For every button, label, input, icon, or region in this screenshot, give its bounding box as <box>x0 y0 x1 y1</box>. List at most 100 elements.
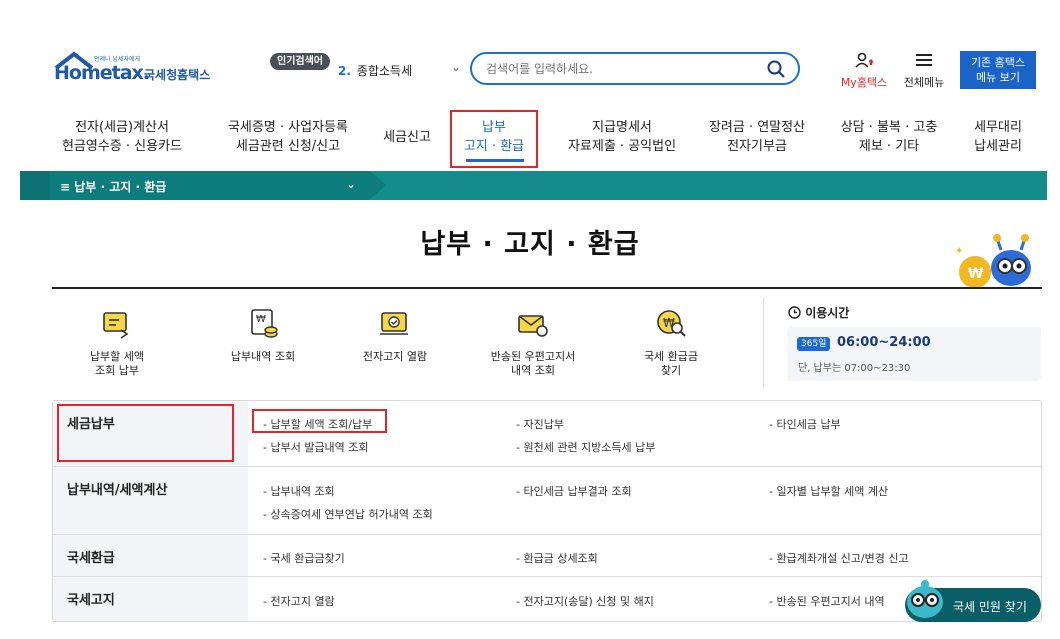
mascot-icon: ₩ ✦ <box>955 234 1031 288</box>
receipt-coins-icon: ₩ <box>251 309 278 338</box>
gnb-item-tax-filing[interactable]: 세금신고 <box>374 128 440 147</box>
gnb-label: 장려금 · 연말정산 <box>708 120 806 135</box>
quick-label: 조회 납부 <box>95 364 139 377</box>
table-row: 국세고지 - 전자고지 열람 - 전자고지(송달) 신청 및 해지 - 반송된 … <box>53 577 1041 621</box>
breadcrumb-dropdown[interactable]: ≡ 납부 · 고지 · 환급 ⌄ <box>50 171 370 200</box>
menu-link[interactable]: - 일자별 납부할 세액 계산 <box>769 483 888 499</box>
row-head-label: 납부내역/세액계산 <box>67 483 168 498</box>
hours-sub: 단, 납부는 07:00~23:30 <box>798 363 911 374</box>
my-hometax-button[interactable]: My홈택스 <box>836 52 892 90</box>
gnb-label: 세금신고 <box>383 130 431 145</box>
search-box <box>470 52 800 85</box>
row-head: 국세고지 <box>53 577 248 621</box>
quick-label: 전자고지 열람 <box>362 350 428 363</box>
svg-text:₩: ₩ <box>968 266 984 282</box>
logo-korean: 국세청홈택스 <box>144 68 211 82</box>
row-head-label: 국세고지 <box>67 593 115 608</box>
chatbot-icon <box>907 580 943 618</box>
quick-label: 납부할 세액 <box>89 350 145 363</box>
gnb-label: 전자기부금 <box>727 139 787 154</box>
gnb-label: 국세증명 · 사업자등록 <box>227 120 349 135</box>
old-menu-button[interactable]: 기존 홈택스 메뉴 보기 <box>960 51 1036 89</box>
popular-term-label: 종합소득세 <box>356 64 413 78</box>
quick-payment-history[interactable]: ₩ 납부내역 조회 <box>218 308 308 364</box>
menu-link[interactable]: - 납부내역 조회 <box>263 483 335 499</box>
popular-search-term[interactable]: 2. 종합소득세 <box>338 62 412 79</box>
gnb-item-statements[interactable]: 지급명세서자료제출 · 공익법인 <box>558 118 686 156</box>
civil-service-find-button[interactable]: 국세 민원 찾기 <box>905 580 1041 622</box>
gnb-item-e-invoice[interactable]: 전자(세금)계산서현금영수증 · 신용카드 <box>58 118 186 156</box>
breadcrumb-current: 납부 · 고지 · 환급 <box>74 180 167 194</box>
menu-link[interactable]: - 타인세금 납부결과 조회 <box>516 483 632 499</box>
highlight-box <box>57 404 234 462</box>
gnb-item-consultation[interactable]: 상담 · 불복 · 고충제보 · 기타 <box>832 118 946 156</box>
chevron-down-icon: ⌄ <box>345 177 356 191</box>
hours-box: 365일 06:00~24:00 단, 납부는 07:00~23:30 <box>787 327 1041 381</box>
menu-link[interactable]: - 국세 환급금찾기 <box>263 550 345 566</box>
menu-link[interactable]: - 원천세 관련 지방소득세 납부 <box>516 439 655 455</box>
gnb-label: 상담 · 불복 · 고충 <box>840 120 938 135</box>
notice-check-icon <box>380 312 408 335</box>
gnb-label: 자료제출 · 공익법인 <box>567 139 677 154</box>
menu-link[interactable]: - 자진납부 <box>516 416 564 432</box>
quick-label: 국세 환급금 <box>643 350 699 363</box>
menu-icon: ≡ <box>60 180 71 194</box>
envelope-search-icon <box>518 315 548 337</box>
quick-label: 반송된 우편고지서 <box>490 350 576 363</box>
all-menu-label: 전체메뉴 <box>903 76 945 89</box>
my-hometax-label: My홈택스 <box>840 76 888 89</box>
quick-refund-find[interactable]: ₩ 국세 환급금 찾기 <box>626 308 716 378</box>
gnb-label: 현금영수증 · 신용카드 <box>61 139 183 154</box>
breadcrumb-label: ≡ 납부 · 고지 · 환급 <box>60 178 166 195</box>
hamburger-icon <box>916 54 932 66</box>
divider <box>763 298 764 386</box>
page: 언제나 납세자에게 Hometax. 국세청홈택스 인기검색어 2. 종합소득세 … <box>0 0 1060 639</box>
user-icon <box>855 52 873 68</box>
gnb-label: 납세관리 <box>974 139 1022 154</box>
gnb-label: 세무대리 <box>974 120 1022 135</box>
gnb-label: 제보 · 기타 <box>858 139 920 154</box>
menu-link[interactable]: - 상속증여세 연부연납 허가내역 조회 <box>263 506 433 522</box>
menu-link[interactable]: - 전자고지(송달) 신청 및 해지 <box>516 593 654 609</box>
breadcrumb-home[interactable] <box>20 171 50 200</box>
gnb-item-certificates[interactable]: 국세증명 · 사업자등록세금관련 신청/신고 <box>220 118 356 156</box>
quick-returned-mail[interactable]: 반송된 우편고지서 내역 조회 <box>478 308 588 378</box>
clock-icon <box>788 306 801 319</box>
menu-link[interactable]: - 반송된 우편고지서 내역 <box>769 593 885 609</box>
hours-title-label: 이용시간 <box>805 306 850 320</box>
highlight-box <box>252 409 387 433</box>
breadcrumb-arrow <box>370 171 386 199</box>
menu-link[interactable]: - 환급금 상세조회 <box>516 550 598 566</box>
search-icon[interactable] <box>766 59 786 79</box>
gnb-label: 전자(세금)계산서 <box>75 120 169 135</box>
hours-title: 이용시간 <box>788 304 849 321</box>
row-head: 납부내역/세액계산 <box>53 467 248 534</box>
search-input[interactable] <box>486 60 756 78</box>
logo-word: Hometax. <box>54 62 150 84</box>
active-underline <box>466 159 524 162</box>
gnb-label: 지급명세서 <box>592 120 652 135</box>
gnb-label: 세금관련 신청/신고 <box>235 139 341 154</box>
quick-label: 내역 조회 <box>511 364 555 377</box>
gnb-item-incentives[interactable]: 장려금 · 연말정산전자기부금 <box>696 118 818 156</box>
menu-link[interactable]: - 납부서 발급내역 조회 <box>263 439 369 455</box>
global-nav: 전자(세금)계산서현금영수증 · 신용카드 국세증명 · 사업자등록세금관련 신… <box>0 110 1060 168</box>
menu-link[interactable]: - 타인세금 납부 <box>769 416 841 432</box>
hours-time: 06:00~24:00 <box>837 335 931 350</box>
hometax-logo[interactable]: 언제나 납세자에게 Hometax. 국세청홈택스 <box>52 50 222 90</box>
gnb-item-tax-agent[interactable]: 세무대리납세관리 <box>962 118 1034 156</box>
title-divider <box>52 287 1042 289</box>
menu-link[interactable]: - 환급계좌개설 신고/변경 신고 <box>769 550 909 566</box>
all-menu-button[interactable]: 전체메뉴 <box>899 52 949 90</box>
hours-badge: 365일 <box>797 337 831 351</box>
quick-pay-lookup[interactable]: 납부할 세액 조회 납부 <box>72 308 162 378</box>
menu-link[interactable]: - 전자고지 열람 <box>263 593 335 609</box>
row-head-label: 국세환급 <box>67 551 115 566</box>
svg-text:✦: ✦ <box>955 246 963 257</box>
quick-e-notice[interactable]: 전자고지 열람 <box>350 308 440 364</box>
svg-text:₩: ₩ <box>256 314 266 325</box>
chevron-down-icon[interactable]: ⌄ <box>451 60 461 74</box>
popular-search-badge: 인기검색어 <box>270 53 330 70</box>
breadcrumb: ≡ 납부 · 고지 · 환급 ⌄ <box>20 171 1047 200</box>
old-menu-line2: 메뉴 보기 <box>976 71 1020 84</box>
